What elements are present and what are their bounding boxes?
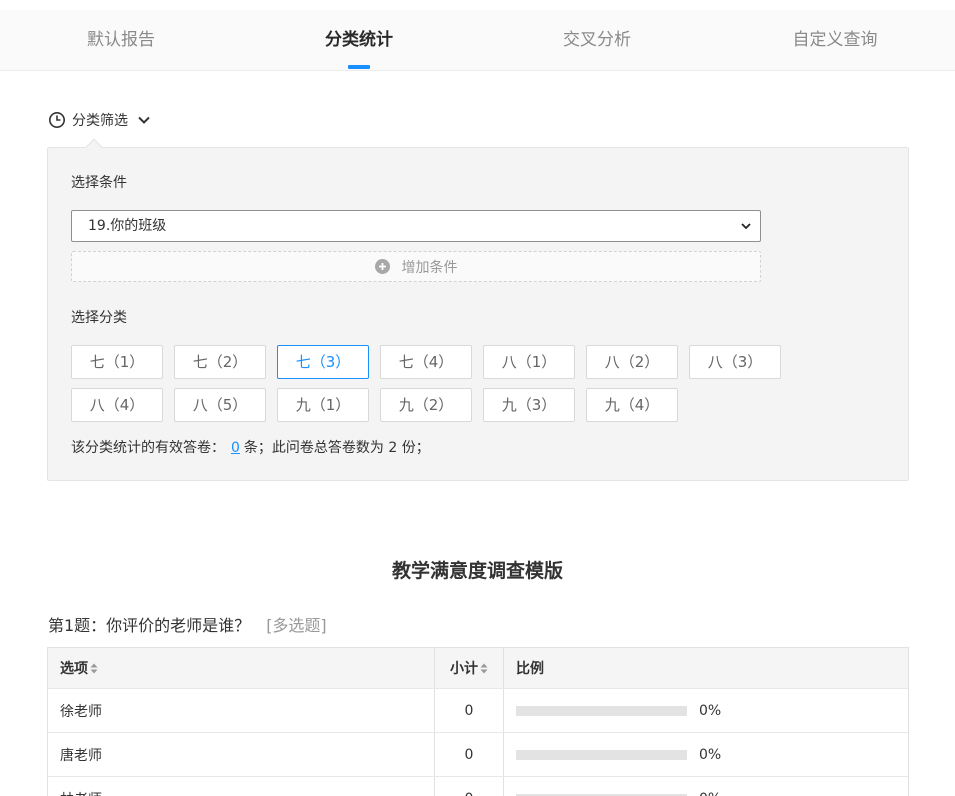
- category-button[interactable]: 九（1）: [277, 388, 369, 422]
- category-button[interactable]: 八（4）: [71, 388, 163, 422]
- filter-panel: [47, 147, 909, 481]
- category-button[interactable]: 七（1）: [71, 345, 163, 379]
- category-filter-toggle[interactable]: 分类筛选: [48, 108, 152, 132]
- column-option-label: 选项: [60, 661, 88, 677]
- chevron-down-icon: [138, 116, 150, 124]
- count-value: 0: [464, 746, 474, 763]
- category-button[interactable]: 七（3）: [277, 345, 369, 379]
- column-count-header[interactable]: 小计: [435, 648, 504, 688]
- sort-icon: [480, 663, 488, 673]
- ratio-bar: [516, 705, 687, 716]
- count-cell: 0: [435, 733, 504, 776]
- count-cell: 0: [435, 777, 504, 796]
- table-header-row: 选项 小计 比例: [48, 648, 908, 689]
- ratio-percent: 0%: [699, 791, 721, 796]
- condition-select-value: 19.你的班级: [88, 218, 167, 234]
- valid-count-link[interactable]: 0: [231, 440, 240, 456]
- report-tabs: 默认报告 分类统计 交叉分析 自定义查询: [0, 10, 955, 71]
- survey-title: 教学满意度调查模版: [391, 560, 563, 582]
- question-heading: 第1题：你评价的老师是谁？ [多选题]: [48, 612, 327, 636]
- count-cell: 0: [435, 689, 504, 732]
- tab-default-report[interactable]: 默认报告: [87, 10, 155, 71]
- category-button[interactable]: 八（2）: [586, 345, 678, 379]
- condition-select[interactable]: 19.你的班级: [71, 210, 761, 242]
- tab-category-stats[interactable]: 分类统计: [325, 10, 393, 71]
- ratio-cell: 0%: [504, 733, 910, 776]
- valid-responses-summary: 该分类统计的有效答卷： 0 条；此问卷总答卷数为 2 份；: [71, 437, 430, 457]
- option-cell: 林老师: [48, 777, 435, 796]
- option-label: 徐老师: [60, 703, 102, 720]
- count-value: 0: [464, 702, 474, 719]
- stat-suffix: 条；此问卷总答卷数为 2 份；: [243, 440, 430, 456]
- table-row: 唐老师 0 0%: [48, 733, 908, 777]
- category-button[interactable]: 七（4）: [380, 345, 472, 379]
- table-row: 林老师 0 0%: [48, 777, 908, 796]
- filter-toggle-label: 分类筛选: [72, 113, 128, 129]
- ratio-percent: 0%: [699, 746, 722, 763]
- category-button[interactable]: 九（3）: [483, 388, 575, 422]
- column-option-header[interactable]: 选项: [48, 648, 435, 688]
- sort-icon: [90, 663, 98, 673]
- ratio-percent: 0%: [699, 702, 722, 719]
- count-value: 0: [465, 791, 474, 796]
- question-type: [多选题]: [266, 616, 327, 635]
- category-button[interactable]: 八（5）: [174, 388, 266, 422]
- stat-prefix: 该分类统计的有效答卷：: [71, 440, 225, 456]
- ratio-cell: 0%: [504, 689, 910, 732]
- active-tab-indicator: [348, 65, 370, 69]
- tab-custom-query[interactable]: 自定义查询: [793, 10, 878, 71]
- category-button[interactable]: 九（2）: [380, 388, 472, 422]
- option-cell: 唐老师: [48, 733, 435, 776]
- add-condition-label: 增加条件: [401, 259, 458, 276]
- add-condition-button[interactable]: 增加条件: [71, 251, 761, 282]
- plus-circle-icon: [374, 259, 390, 274]
- category-button[interactable]: 七（2）: [174, 345, 266, 379]
- option-label: 唐老师: [60, 747, 102, 764]
- column-ratio-header: 比例: [504, 648, 910, 688]
- option-cell: 徐老师: [48, 689, 435, 732]
- category-button[interactable]: 九（4）: [586, 388, 678, 422]
- select-condition-label: 选择条件: [71, 175, 127, 191]
- option-label: 林老师: [60, 789, 102, 796]
- category-button[interactable]: 八（1）: [483, 345, 575, 379]
- clock-icon: [49, 112, 65, 128]
- question-text: 第1题：你评价的老师是谁？: [48, 616, 251, 635]
- category-button[interactable]: 八（3）: [689, 345, 781, 379]
- results-table: 选项 小计 比例 徐老师 0 0% 唐老师 0 0% 林老师 0 0%: [47, 647, 909, 796]
- column-ratio-label: 比例: [516, 661, 544, 677]
- ratio-bar: [516, 749, 687, 760]
- select-category-label: 选择分类: [71, 310, 127, 326]
- chevron-down-icon: [741, 223, 751, 230]
- column-count-label: 小计: [450, 661, 478, 677]
- ratio-cell: 0%: [504, 777, 910, 796]
- tab-cross-analysis[interactable]: 交叉分析: [563, 10, 631, 71]
- table-row: 徐老师 0 0%: [48, 689, 908, 733]
